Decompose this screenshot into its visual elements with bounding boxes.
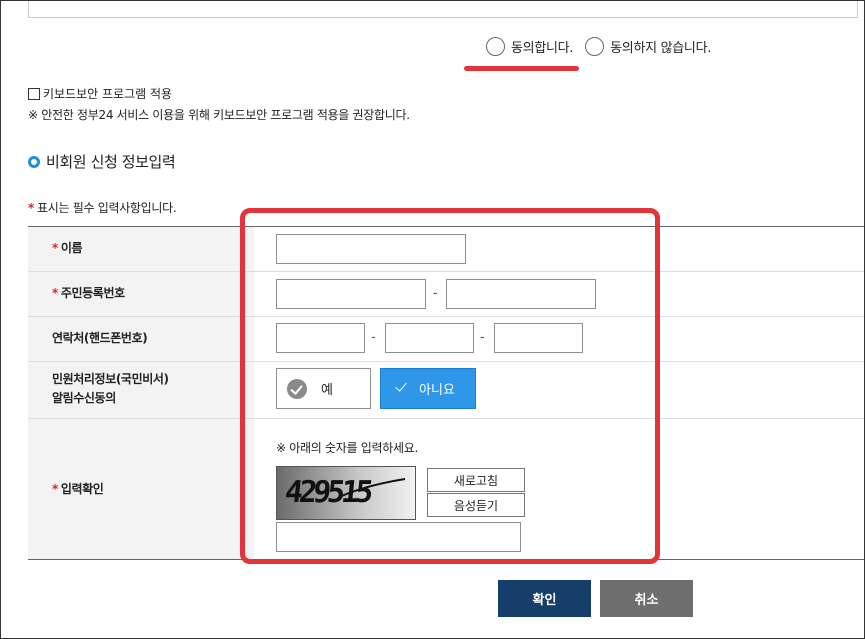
agree-highlight-underline (464, 66, 579, 71)
captcha-refresh-button[interactable]: 새로고침 (427, 468, 525, 492)
captcha-input[interactable] (276, 522, 521, 552)
phone-label: 연락처(핸드폰번호) (52, 331, 148, 345)
disagree-label[interactable]: 동의하지 않습니다. (610, 37, 711, 56)
name-input[interactable] (276, 234, 466, 264)
check-mark-icon (393, 379, 415, 399)
section-ring-icon (28, 155, 40, 168)
phone-part1-input[interactable] (276, 323, 365, 353)
consent-radio-group: 동의합니다. 동의하지 않습니다. (486, 37, 723, 56)
alarm-yes-option[interactable]: 예 (276, 368, 371, 409)
row-divider (28, 271, 865, 272)
rrn-label: * 주민등록번호 (52, 286, 125, 300)
keyboard-security-label[interactable]: 키보드보안 프로그램 적용 (43, 85, 172, 102)
rrn-front-input[interactable] (276, 279, 426, 309)
keyboard-security-note: ※ 안전한 정부24 서비스 이용을 위해 키보드보안 프로그램 적용을 권장합… (28, 108, 410, 122)
section-title: 비회원 신청 정보입력 (28, 151, 176, 172)
alarm-no-option[interactable]: 아니요 (380, 368, 476, 409)
cancel-button[interactable]: 취소 (600, 580, 693, 617)
required-star-icon: * (28, 201, 34, 215)
agree-label[interactable]: 동의합니다. (511, 37, 573, 56)
phone-part2-input[interactable] (385, 323, 474, 353)
phone-part3-input[interactable] (494, 323, 583, 353)
alarm-yes-label: 예 (321, 383, 333, 398)
row-divider (28, 418, 865, 419)
section-title-text: 비회원 신청 정보입력 (46, 153, 176, 171)
disagree-radio[interactable] (585, 37, 605, 56)
check-circle-icon (287, 378, 307, 399)
captcha-audio-button[interactable]: 음성듣기 (427, 493, 525, 517)
row-divider (28, 361, 865, 362)
rrn-back-input[interactable] (446, 279, 596, 309)
required-note: * 표시는 필수 입력사항입니다. (28, 201, 177, 215)
captcha-note: ※ 아래의 숫자를 입력하세요. (276, 441, 418, 455)
rrn-dash: - (433, 286, 438, 301)
keyboard-security-row: 키보드보안 프로그램 적용 (28, 85, 172, 102)
row-divider (28, 316, 865, 317)
confirm-button[interactable]: 확인 (498, 580, 591, 617)
phone-dash-2: - (480, 330, 485, 345)
phone-dash-1: - (371, 330, 376, 345)
keyboard-security-checkbox[interactable] (28, 87, 40, 100)
name-label: * 이름 (52, 241, 83, 255)
previous-section-clipped (28, 0, 858, 18)
alarm-no-label: 아니요 (419, 383, 455, 398)
captcha-noise-line (338, 478, 406, 498)
captcha-label: * 입력확인 (52, 482, 104, 496)
captcha-image: 429515 (276, 466, 416, 520)
agree-radio[interactable] (486, 37, 505, 56)
alarm-consent-label: 민원처리정보(국민비서) 알림수신동의 (52, 372, 169, 405)
